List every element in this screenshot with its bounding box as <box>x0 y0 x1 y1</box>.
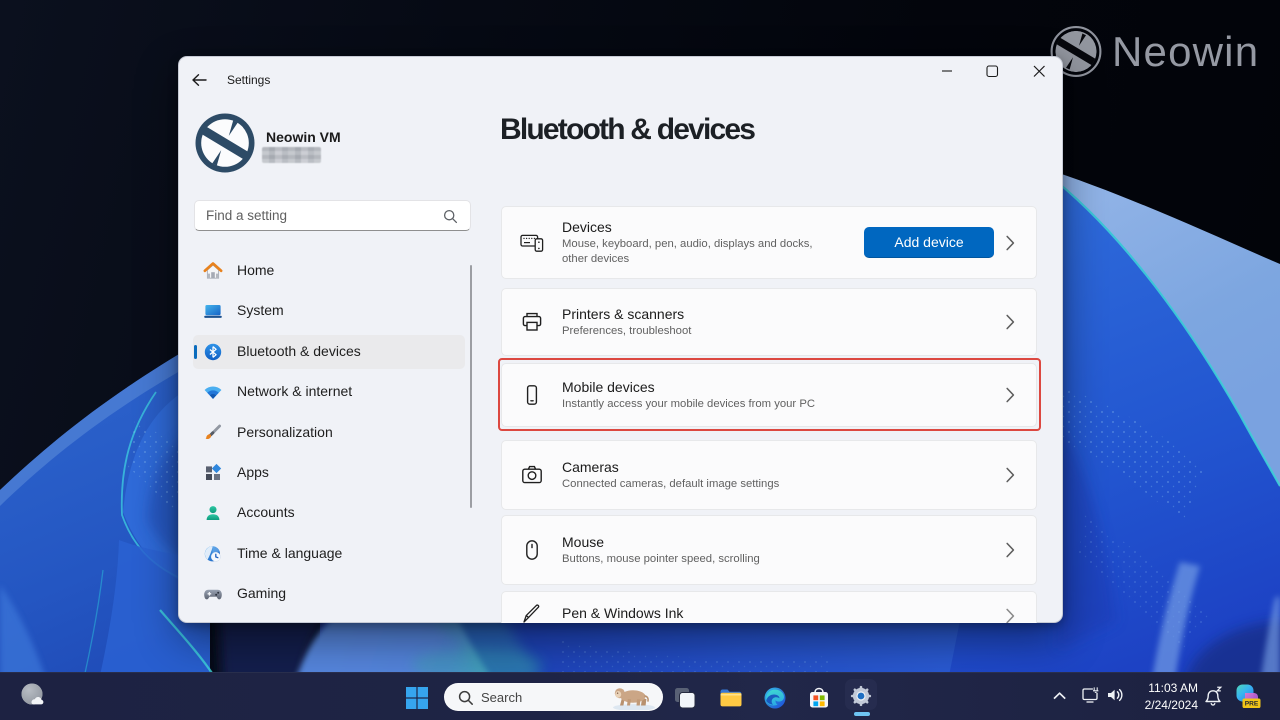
svg-text:PRE: PRE <box>1245 701 1259 708</box>
